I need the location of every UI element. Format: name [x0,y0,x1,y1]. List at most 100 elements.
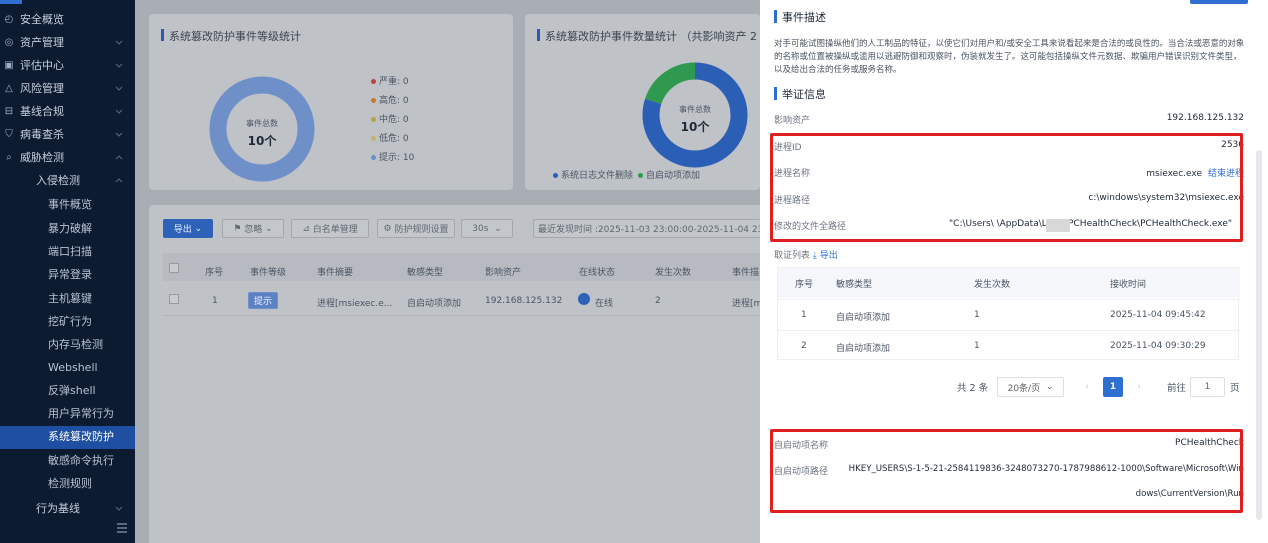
evidence-table-header: 序号 敏感类型 发生次数 接收时间 [778,268,1240,298]
level-badge: 提示 [248,292,279,309]
export-button[interactable]: 导出 ⌄ [163,219,213,238]
sidebar-group-intrusion[interactable]: 入侵检测 [0,170,135,193]
sidebar-subitem[interactable]: 检测规则 [0,473,135,496]
prev-page-button[interactable]: ‹ [1077,377,1097,397]
sidebar-subitem-active[interactable]: 系统篡改防护 [0,426,135,449]
sidebar-subitem[interactable]: 端口扫描 [0,241,135,264]
legend-item: 低危: 0 [371,131,409,144]
column-header: 敏感类型 [407,268,444,278]
column-header: 发生次数 [655,268,692,278]
page-unit: 页 [1230,383,1240,394]
count-stats-panel: 系统篡改防护事件数量统计 （共影响资产 2 台） 事件总数 10个 系统日志文件… [525,14,783,190]
sidebar-subitem[interactable]: Webshell [0,357,135,380]
count-donut-chart [642,62,748,168]
legend-item: 高危: 0 [371,93,409,106]
evidence-list-label: 取证列表 ⤓ 导出 [774,251,838,261]
cell-type: 自启动项添加 [407,299,462,309]
goto-page-input[interactable]: 1 [1190,377,1225,397]
evidence-export-link[interactable]: ⤓ 导出 [813,251,838,261]
current-page[interactable]: 1 [1103,377,1123,397]
sidebar-subitem[interactable]: 用户异常行为 [0,403,135,426]
baseline-icon: ⊟ [4,106,14,117]
sidebar-subitem[interactable]: 敏感命令执行 [0,450,135,473]
goto-label: 前往 [1167,383,1187,394]
cell-desc: 进程[m [732,299,763,309]
legend-item: 中危: 0 [371,112,409,125]
sidebar-item-assets[interactable]: ◎ 资产管理 [0,32,135,55]
donut-center-value: 10个 [680,120,710,134]
donut-ring [209,76,315,182]
drawer-top-button-edge[interactable] [1190,0,1248,4]
level-donut-chart [209,76,315,182]
select-all-checkbox[interactable] [169,263,179,273]
highlight-box [770,429,1243,513]
donut-center-label: 事件总数 [246,119,278,128]
legend-item: 系统日志文件删除 [553,168,633,181]
chevron-down-icon [114,503,124,515]
legend-item: 自启动项添加 [638,168,700,181]
sidebar-item-assessment[interactable]: ▣ 评估中心 [0,55,135,78]
cell-index: 1 [212,296,218,306]
drawer-scrollbar[interactable] [1256,150,1262,520]
sidebar-subitem[interactable]: 事件概览 [0,194,135,217]
chevron-down-icon [114,60,124,72]
column-header: 在线状态 [579,268,616,278]
cell-count: 2 [655,296,661,306]
donut-center-value: 10个 [247,134,277,148]
panel-title: 系统篡改防护事件数量统计 （共影响资产 2 台） [537,29,783,43]
column-header: 序号 [205,268,224,278]
warning-icon: △ [5,83,13,94]
sidebar-item-threat-detection[interactable]: ⌕ 威胁检测 [0,147,135,170]
search-icon: ⌕ [6,152,12,163]
sidebar-subitem[interactable]: 主机篡键 [0,288,135,311]
next-page-button[interactable]: › [1129,377,1149,397]
sidebar: ◴ 安全概览 ◎ 资产管理 ▣ 评估中心 △ 风险管理 ⊟ 基线合规 ⛉ 病毒查… [0,0,135,543]
legend-item: 严重: 0 [371,74,409,87]
sidebar-item-behavior-baseline[interactable]: 行为基线 [0,498,135,521]
event-description: 对手可能试图操纵他们的人工制品的特征，以使它们对用户和/或安全工具来说看起来是合… [774,39,1245,75]
layers-icon: ◎ [4,37,14,48]
chevron-down-icon [114,83,124,95]
chevron-up-icon [114,152,124,164]
column-header: 影响资产 [485,268,522,278]
refresh-interval-select[interactable]: 30s ⌄ [461,219,513,238]
time-range-picker[interactable]: 最近发现时间 :2025-11-03 23:00:00-2025-11-04 2… [533,219,792,238]
column-header: 事件摘要 [317,268,354,278]
dashboard-icon: ◴ [4,14,14,25]
protection-rules-button[interactable]: ⚙ 防护规则设置 [377,219,455,238]
sidebar-subitem[interactable]: 反弹shell [0,380,135,403]
sidebar-subitem[interactable]: 暴力破解 [0,218,135,241]
donut-slice-autostart-add [645,62,696,105]
chevron-down-icon [114,37,124,49]
cell-asset: 192.168.125.132 [485,296,563,306]
sidebar-item-antivirus[interactable]: ⛉ 病毒查杀 [0,124,135,147]
evidence-table: 序号 敏感类型 发生次数 接收时间 1 自启动项添加 1 2025-11-04 … [777,267,1240,361]
chevron-down-icon [114,106,124,118]
page-size-select[interactable]: 20条/页 ⌄ [997,377,1064,397]
table-row[interactable]: 2 自启动项添加 1 2025-11-04 09:30:29 [778,330,1240,361]
legend-item: 提示: 10 [371,150,414,163]
chevron-down-icon [114,129,124,141]
sidebar-item-baseline[interactable]: ⊟ 基线合规 [0,101,135,124]
column-header: 事件等级 [250,268,287,278]
detail-drawer: 事件描述 对手可能试图操纵他们的人工制品的特征，以使它们对用户和/或安全工具来说… [760,0,1268,543]
level-stats-panel: 系统篡改防护事件等级统计 事件总数 10个 严重: 0 高危: 0 中危: 0 … [149,14,513,190]
ignore-button[interactable]: ⚑ 忽略 ⌄ [222,219,284,238]
sidebar-item-risk[interactable]: △ 风险管理 [0,78,135,101]
windows-icon [578,293,590,305]
sidebar-subitem[interactable]: 内存马检测 [0,334,135,357]
sidebar-subitem[interactable]: 异常登录 [0,264,135,287]
whitelist-button[interactable]: ⊿ 白名单管理 [291,219,369,238]
sidebar-subitem[interactable]: 挖矿行为 [0,311,135,334]
menu-collapse-icon[interactable] [116,522,128,534]
panel-title: 系统篡改防护事件等级统计 [161,29,301,43]
section-title: 举证信息 [774,87,826,101]
sidebar-item-overview[interactable]: ◴ 安全概览 [0,9,135,32]
checklist-icon: ▣ [4,60,14,71]
cell-status: 在线 [595,299,614,309]
pagination-total: 共 2 条 [957,383,989,394]
table-row[interactable]: 1 自启动项添加 1 2025-11-04 09:45:42 [778,299,1240,330]
column-header: 事件描 [732,268,760,278]
row-checkbox[interactable] [169,294,179,304]
donut-center-label: 事件总数 [679,105,711,114]
